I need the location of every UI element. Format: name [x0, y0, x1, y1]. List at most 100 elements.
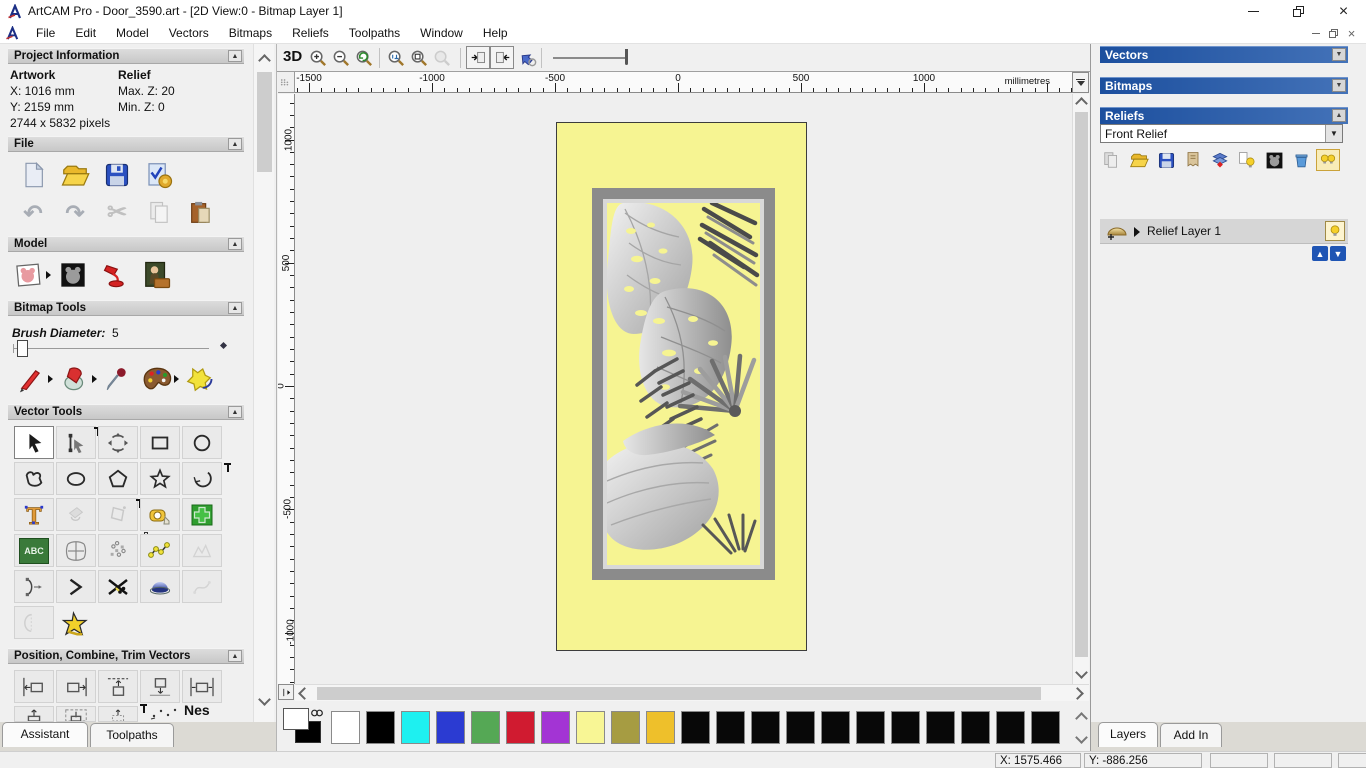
link-colours-icon[interactable] [310, 705, 324, 723]
scroll-up-icon[interactable] [1075, 97, 1088, 110]
select-vectors-icon[interactable] [14, 426, 54, 459]
flood-fill-icon[interactable] [58, 362, 92, 396]
menu-model[interactable]: Model [106, 23, 159, 44]
flyout-arrow-icon[interactable] [48, 375, 53, 383]
tab-layers[interactable]: Layers [1098, 722, 1158, 747]
palette-swatch[interactable] [331, 711, 360, 744]
text-block-icon[interactable]: ABC [14, 534, 54, 567]
create-arc-icon[interactable] [182, 462, 222, 495]
palette-scroll-up-icon[interactable] [1074, 710, 1088, 726]
palette-swatch[interactable] [506, 711, 535, 744]
palette-swatch[interactable] [856, 711, 885, 744]
new-model-icon[interactable] [16, 158, 50, 192]
redo-icon[interactable]: ↷ [58, 196, 92, 230]
center-dashed-icon[interactable] [98, 706, 138, 722]
mdi-close-icon[interactable]: × [1343, 26, 1360, 41]
lighting-icon[interactable] [98, 258, 132, 292]
new-relief-layer-icon[interactable] [1100, 149, 1124, 171]
horizontal-scrollbar[interactable] [295, 684, 1089, 701]
palette-swatch[interactable] [541, 711, 570, 744]
create-polyline-icon[interactable] [14, 462, 54, 495]
create-circle-icon[interactable] [182, 426, 222, 459]
section-header-position-combine-trim[interactable]: Position, Combine, Trim Vectors ▲ [8, 648, 244, 664]
section-header-project-information[interactable]: Project Information ▲ [8, 48, 244, 64]
expand-icon[interactable]: ▼ [1332, 48, 1346, 61]
collapse-icon[interactable]: ▲ [228, 650, 242, 662]
nesting-icon[interactable]: Nes [184, 702, 224, 720]
copy-icon[interactable] [142, 196, 176, 230]
transform-vectors-icon[interactable] [98, 426, 138, 459]
save-relief-icon[interactable] [1154, 149, 1178, 171]
relief-stack-icon[interactable] [1208, 149, 1232, 171]
brush-slider-handle[interactable] [17, 340, 28, 357]
mdi-minimize-icon[interactable] [1307, 26, 1324, 41]
previous-bitmap-layer-button[interactable] [466, 46, 490, 69]
section-header-model[interactable]: Model ▲ [8, 236, 244, 252]
palette-swatch[interactable] [716, 711, 745, 744]
palette-swatch[interactable] [926, 711, 955, 744]
block-copy-icon[interactable] [182, 498, 222, 531]
zoom-previous-icon[interactable] [353, 47, 375, 69]
delete-relief-icon[interactable] [1289, 149, 1313, 171]
flyout-arrow-icon[interactable] [46, 271, 51, 279]
section-header-reliefs[interactable]: Reliefs ▲ [1100, 107, 1348, 124]
align-left-icon[interactable] [14, 670, 54, 703]
envelope-distort-icon[interactable] [56, 534, 96, 567]
create-polygon-icon[interactable] [98, 462, 138, 495]
expand-layer-icon[interactable] [1134, 227, 1140, 237]
pour-fill-icon[interactable] [56, 498, 96, 531]
create-star-icon[interactable] [56, 606, 96, 639]
vertical-scrollbar[interactable] [1072, 94, 1089, 684]
collapse-icon[interactable]: ▲ [228, 138, 242, 150]
model-artwork[interactable] [556, 122, 807, 651]
next-bitmap-layer-button[interactable] [490, 46, 514, 69]
align-right-icon[interactable] [56, 670, 96, 703]
zoom-in-icon[interactable] [307, 47, 329, 69]
zoom-1to1-icon[interactable] [385, 47, 407, 69]
preview-relief-icon[interactable] [517, 47, 539, 69]
palette-swatch[interactable] [751, 711, 780, 744]
slice-icon[interactable] [14, 606, 54, 639]
scrollbar-thumb[interactable] [1075, 112, 1088, 657]
palette-swatch[interactable] [436, 711, 465, 744]
model-notes-icon[interactable] [142, 158, 176, 192]
pick-colour-icon[interactable] [100, 362, 134, 396]
menu-edit[interactable]: Edit [65, 23, 106, 44]
flyout-arrow-icon[interactable] [92, 375, 97, 383]
collapse-icon[interactable]: ▲ [228, 50, 242, 62]
paint-brush-icon[interactable] [14, 362, 48, 396]
cut-icon[interactable]: ✂ [100, 196, 134, 230]
scroll-left-icon[interactable] [298, 687, 311, 700]
section-header-vectors[interactable]: Vectors ▼ [1100, 46, 1348, 63]
toggle-all-visibility-icon[interactable] [1316, 149, 1340, 171]
flyout-arrow-icon[interactable] [174, 375, 179, 383]
scroll-up-icon[interactable] [258, 54, 271, 67]
invert-relief-icon[interactable] [1262, 149, 1286, 171]
menu-reliefs[interactable]: Reliefs [282, 23, 339, 44]
extrude-icon[interactable] [140, 570, 180, 603]
zoom-fit-icon[interactable] [408, 47, 430, 69]
open-relief-icon[interactable] [1127, 149, 1151, 171]
menu-help[interactable]: Help [473, 23, 518, 44]
align-bottom-icon[interactable] [140, 670, 180, 703]
scroll-down-icon[interactable] [1075, 666, 1088, 679]
node-edit-icon[interactable] [56, 426, 96, 459]
primary-colour-swatch[interactable] [283, 708, 309, 730]
create-star-outline-icon[interactable] [140, 462, 180, 495]
center-in-model-icon[interactable] [56, 706, 96, 722]
invert-model-icon[interactable] [56, 258, 90, 292]
minimize-icon[interactable] [1231, 0, 1276, 23]
mdi-restore-icon[interactable] [1325, 26, 1342, 41]
menu-file[interactable]: File [26, 23, 65, 44]
palette-swatch[interactable] [611, 711, 640, 744]
close-icon[interactable]: × [1321, 0, 1366, 23]
tab-add-in[interactable]: Add In [1160, 723, 1222, 747]
fade-slider-handle[interactable] [625, 49, 628, 65]
ruler-origin-button[interactable] [278, 72, 295, 93]
chevron-down-icon[interactable]: ▼ [1325, 125, 1342, 142]
pan-view-button[interactable] [278, 684, 294, 700]
zoom-out-icon[interactable] [330, 47, 352, 69]
bitmap-fade-icon[interactable] [182, 362, 216, 396]
relief-layer-row[interactable]: Relief Layer 1 [1100, 219, 1348, 244]
palette-swatch[interactable] [366, 711, 395, 744]
